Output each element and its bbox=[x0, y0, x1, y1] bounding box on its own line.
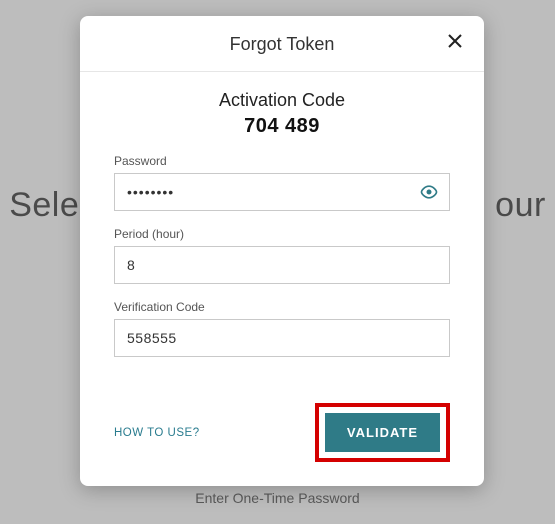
close-icon bbox=[447, 33, 463, 49]
bg-heading-right: our bbox=[495, 186, 546, 224]
activation-code-value: 704 489 bbox=[114, 115, 450, 138]
eye-icon bbox=[419, 182, 439, 202]
activation-code-label: Activation Code bbox=[114, 90, 450, 111]
period-input-wrap bbox=[114, 246, 450, 284]
how-to-use-link[interactable]: HOW TO USE? bbox=[114, 427, 200, 439]
validate-highlight: VALIDATE bbox=[315, 403, 450, 462]
period-label: Period (hour) bbox=[114, 227, 450, 241]
close-button[interactable] bbox=[444, 30, 466, 52]
verification-label: Verification Code bbox=[114, 300, 450, 314]
password-input[interactable] bbox=[115, 174, 449, 210]
verification-input-wrap bbox=[114, 319, 450, 357]
period-field: Period (hour) bbox=[114, 227, 450, 284]
forgot-token-modal: Forgot Token Activation Code 704 489 Pas… bbox=[80, 16, 484, 486]
modal-body: Activation Code 704 489 Password Period … bbox=[80, 72, 484, 486]
modal-title: Forgot Token bbox=[80, 34, 484, 55]
period-input[interactable] bbox=[115, 247, 449, 283]
password-field: Password bbox=[114, 154, 450, 211]
password-label: Password bbox=[114, 154, 450, 168]
verification-field: Verification Code bbox=[114, 300, 450, 357]
bg-heading-left: Sele bbox=[9, 186, 79, 224]
validate-button[interactable]: VALIDATE bbox=[325, 413, 440, 452]
background-subtext: Enter One-Time Password bbox=[0, 490, 555, 506]
modal-footer: HOW TO USE? VALIDATE bbox=[114, 403, 450, 486]
modal-header: Forgot Token bbox=[80, 16, 484, 72]
toggle-password-visibility[interactable] bbox=[419, 182, 439, 202]
verification-input[interactable] bbox=[115, 320, 449, 356]
password-input-wrap bbox=[114, 173, 450, 211]
